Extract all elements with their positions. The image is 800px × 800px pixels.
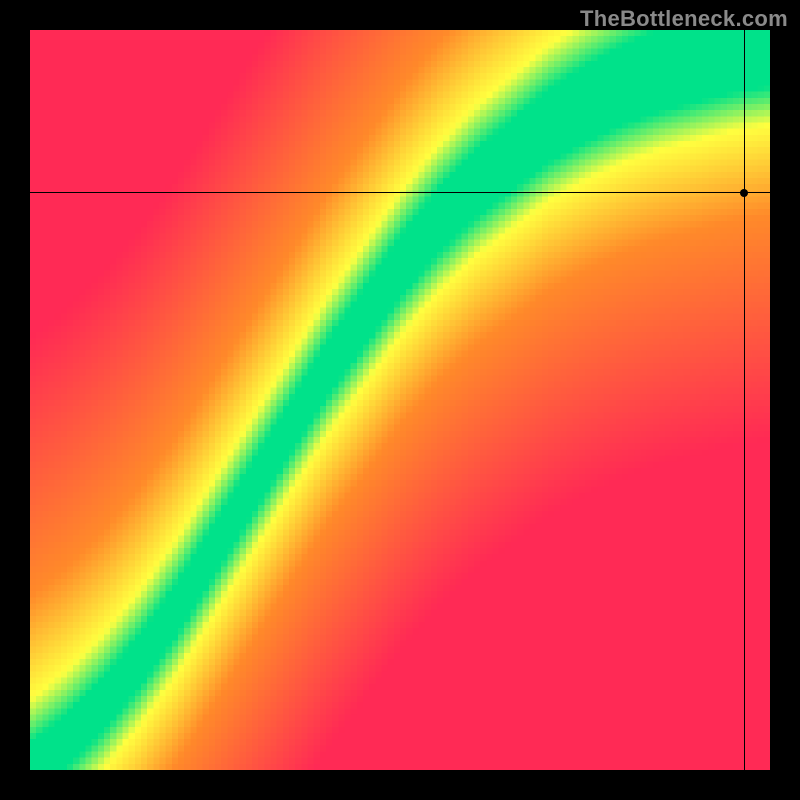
crosshair-horizontal-line [30,192,770,193]
marker-dot [740,189,748,197]
watermark-text: TheBottleneck.com [580,6,788,32]
bottleneck-heatmap-canvas [30,30,770,770]
chart-frame: TheBottleneck.com [0,0,800,800]
crosshair-vertical-line [744,30,745,770]
